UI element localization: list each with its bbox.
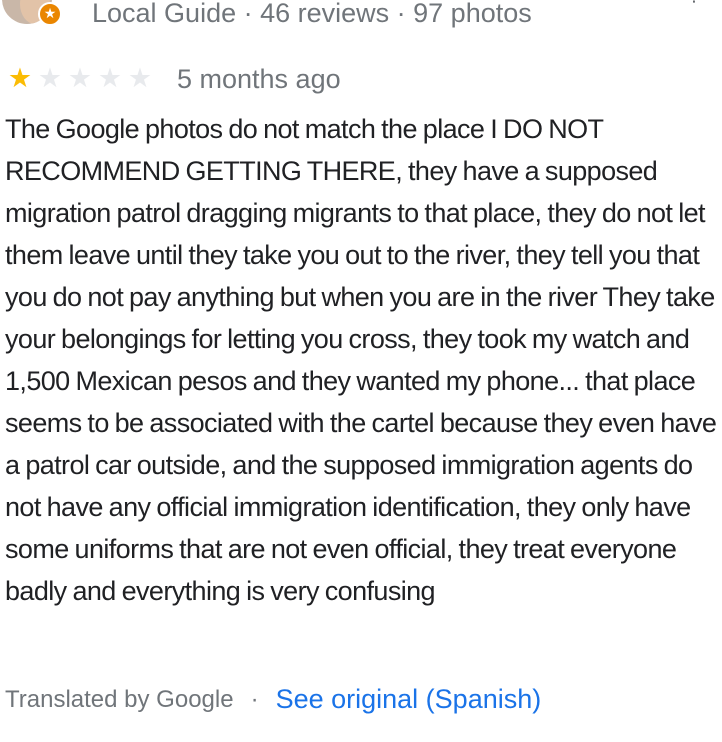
translation-footer: Translated by Google · See original (Spa…: [5, 684, 541, 715]
star-empty-icon: ★: [97, 63, 123, 94]
local-guide-star-icon: ★: [38, 2, 62, 26]
review-text: The Google photos do not match the place…: [5, 114, 717, 606]
star-empty-icon: ★: [67, 63, 93, 94]
star-rating: ★ ★ ★ ★ ★: [5, 62, 155, 96]
more-vert-icon[interactable]: ⋮: [684, 0, 704, 6]
see-original-link[interactable]: See original (Spanish): [276, 684, 542, 715]
star-filled-icon: ★: [7, 63, 33, 94]
reviewer-guide-info: Local Guide · 46 reviews · 97 photos: [92, 0, 532, 28]
star-empty-icon: ★: [37, 63, 63, 94]
translated-label: Translated by Google: [5, 685, 234, 713]
review-date: 5 months ago: [177, 64, 341, 94]
star-empty-icon: ★: [127, 63, 153, 94]
separator-dot: ·: [250, 685, 259, 713]
